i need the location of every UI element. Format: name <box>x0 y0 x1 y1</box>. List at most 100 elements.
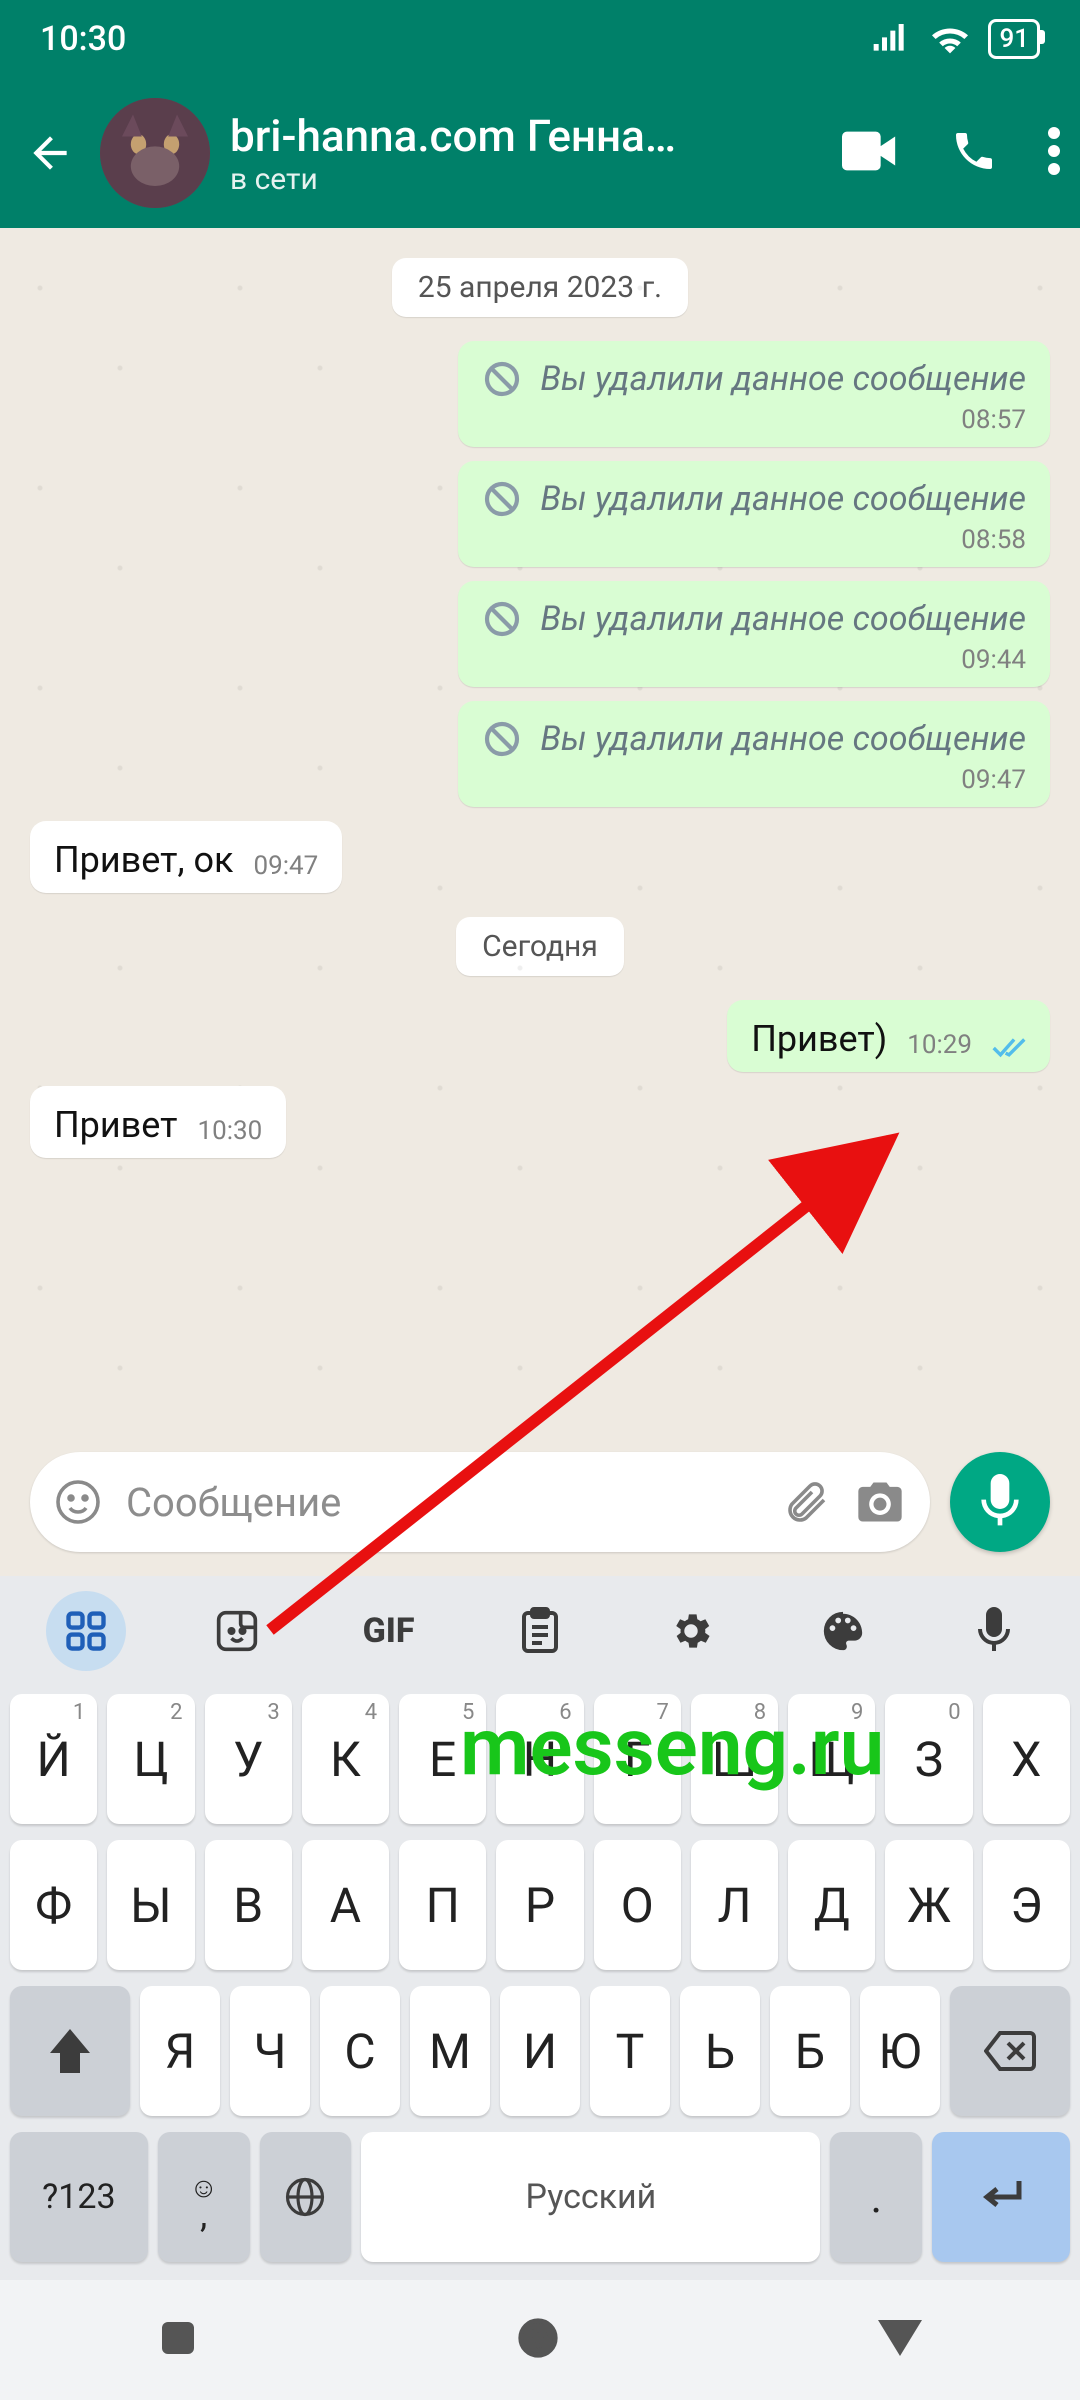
battery-indicator: 91 <box>988 19 1040 59</box>
message-time: 09:47 <box>253 851 318 881</box>
key-С[interactable]: С <box>320 1986 400 2116</box>
back-button[interactable] <box>20 123 80 183</box>
message-deleted-out[interactable]: Вы удалили данное сообщение 09:44 <box>458 581 1050 687</box>
key-Д[interactable]: Д <box>788 1840 875 1970</box>
key-Т[interactable]: Т <box>590 1986 670 2116</box>
kb-gif-button[interactable]: GIF <box>349 1591 429 1671</box>
message-deleted-out[interactable]: Вы удалили данное сообщение 09:47 <box>458 701 1050 807</box>
kb-sticker-button[interactable] <box>197 1591 277 1671</box>
emoji-icon[interactable] <box>54 1478 102 1526</box>
voice-record-button[interactable] <box>950 1452 1050 1552</box>
kb-mic-button[interactable] <box>954 1591 1034 1671</box>
status-indicators: 91 <box>872 19 1040 59</box>
date-separator: 25 апреля 2023 г. <box>392 258 688 317</box>
keyboard-row-4: ?123 ☺, Русский . <box>0 2124 1080 2270</box>
contact-status: в сети <box>230 162 802 197</box>
space-key[interactable]: Русский <box>361 2132 820 2262</box>
key-Ь[interactable]: Ь <box>680 1986 760 2116</box>
signal-icon <box>872 23 912 55</box>
key-Н[interactable]: Н6 <box>496 1694 583 1824</box>
message-text: Привет, ок <box>54 839 233 881</box>
contact-name: bri-hanna.com Генна… <box>230 110 802 162</box>
android-nav-bar <box>0 2280 1080 2400</box>
key-Я[interactable]: Я <box>140 1986 220 2116</box>
message-out[interactable]: Привет) 10:29 <box>727 1000 1050 1072</box>
status-bar: 10:30 91 <box>0 0 1080 78</box>
chat-header: bri-hanna.com Генна… в сети <box>0 78 1080 228</box>
voice-call-button[interactable] <box>950 127 998 179</box>
prohibited-icon <box>482 359 522 399</box>
key-Е[interactable]: Е5 <box>399 1694 486 1824</box>
message-in[interactable]: Привет 10:30 <box>30 1086 286 1158</box>
key-У[interactable]: У3 <box>205 1694 292 1824</box>
key-О[interactable]: О <box>594 1840 681 1970</box>
more-options-button[interactable] <box>1048 127 1060 179</box>
keyboard: GIF Й1Ц2У3К4Е5Н6Г7Ш8Щ9З0Х ФЫВАПРОЛДЖЭ ЯЧ… <box>0 1576 1080 2280</box>
key-М[interactable]: М <box>410 1986 490 2116</box>
kb-menu-button[interactable] <box>46 1591 126 1671</box>
video-call-button[interactable] <box>842 130 900 176</box>
deleted-message-text: Вы удалили данное сообщение <box>540 719 1026 759</box>
message-time: 08:57 <box>961 405 1026 435</box>
deleted-message-text: Вы удалили данное сообщение <box>540 599 1026 639</box>
key-К[interactable]: К4 <box>302 1694 389 1824</box>
keyboard-row-1: Й1Ц2У3К4Е5Н6Г7Ш8Щ9З0Х <box>0 1686 1080 1832</box>
prohibited-icon <box>482 599 522 639</box>
message-text: Привет <box>54 1104 177 1146</box>
nav-back-button[interactable] <box>878 2320 922 2360</box>
message-input[interactable]: Сообщение <box>126 1479 758 1526</box>
backspace-key[interactable] <box>950 1986 1070 2116</box>
key-Х[interactable]: Х <box>983 1694 1070 1824</box>
nav-home-button[interactable] <box>515 2315 561 2365</box>
keyboard-row-3: ЯЧСМИТЬБЮ <box>0 1978 1080 2124</box>
camera-icon[interactable] <box>854 1478 906 1526</box>
language-key[interactable] <box>260 2132 352 2262</box>
keyboard-toolbar: GIF <box>0 1576 1080 1686</box>
date-separator: Сегодня <box>456 917 624 976</box>
key-Э[interactable]: Э <box>983 1840 1070 1970</box>
key-Щ[interactable]: Щ9 <box>788 1694 875 1824</box>
chat-area[interactable]: 25 апреля 2023 г. Вы удалили данное сооб… <box>0 228 1080 1438</box>
contact-info[interactable]: bri-hanna.com Генна… в сети <box>230 110 802 197</box>
emoji-key[interactable]: ☺, <box>158 2132 250 2262</box>
numeric-key[interactable]: ?123 <box>10 2132 148 2262</box>
key-Ч[interactable]: Ч <box>230 1986 310 2116</box>
key-Ц[interactable]: Ц2 <box>107 1694 194 1824</box>
kb-clipboard-button[interactable] <box>500 1591 580 1671</box>
key-Ш[interactable]: Ш8 <box>691 1694 778 1824</box>
message-input-container: Сообщение <box>30 1452 930 1552</box>
key-Ф[interactable]: Ф <box>10 1840 97 1970</box>
message-time: 10:30 <box>197 1116 262 1146</box>
key-П[interactable]: П <box>399 1840 486 1970</box>
enter-key[interactable] <box>932 2132 1070 2262</box>
period-key[interactable]: . <box>830 2132 922 2262</box>
key-А[interactable]: А <box>302 1840 389 1970</box>
composer-bar: Сообщение <box>0 1438 1080 1576</box>
key-Б[interactable]: Б <box>770 1986 850 2116</box>
message-time: 09:44 <box>961 645 1026 675</box>
keyboard-row-2: ФЫВАПРОЛДЖЭ <box>0 1832 1080 1978</box>
key-Й[interactable]: Й1 <box>10 1694 97 1824</box>
key-В[interactable]: В <box>205 1840 292 1970</box>
key-И[interactable]: И <box>500 1986 580 2116</box>
key-З[interactable]: З0 <box>885 1694 972 1824</box>
nav-recent-button[interactable] <box>158 2318 198 2362</box>
message-in[interactable]: Привет, ок 09:47 <box>30 821 342 893</box>
deleted-message-text: Вы удалили данное сообщение <box>540 479 1026 519</box>
clock: 10:30 <box>40 19 126 59</box>
message-deleted-out[interactable]: Вы удалили данное сообщение 08:58 <box>458 461 1050 567</box>
read-ticks-icon <box>992 1036 1026 1060</box>
key-Ю[interactable]: Ю <box>860 1986 940 2116</box>
kb-settings-button[interactable] <box>651 1591 731 1671</box>
key-Л[interactable]: Л <box>691 1840 778 1970</box>
shift-key[interactable] <box>10 1986 130 2116</box>
attach-icon[interactable] <box>782 1478 830 1526</box>
key-Г[interactable]: Г7 <box>594 1694 681 1824</box>
key-Ж[interactable]: Ж <box>885 1840 972 1970</box>
key-Ы[interactable]: Ы <box>107 1840 194 1970</box>
contact-avatar[interactable] <box>100 98 210 208</box>
key-Р[interactable]: Р <box>496 1840 583 1970</box>
prohibited-icon <box>482 719 522 759</box>
kb-palette-button[interactable] <box>803 1591 883 1671</box>
message-deleted-out[interactable]: Вы удалили данное сообщение 08:57 <box>458 341 1050 447</box>
